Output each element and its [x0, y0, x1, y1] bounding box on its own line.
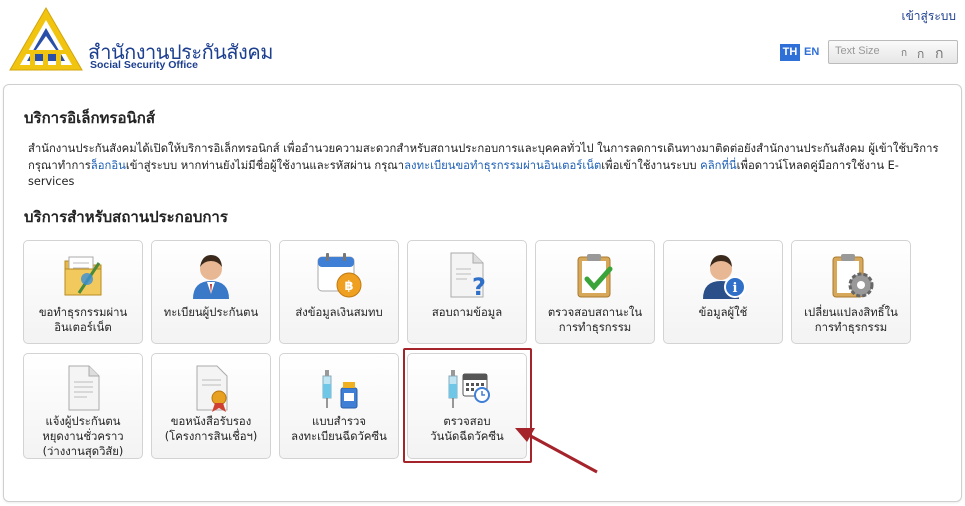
tile-certificate[interactable]: ขอหนังสือรับรอง (โครงการสินเชื่อฯ)	[151, 353, 271, 459]
tile-label: ตรวจสอบสถานะใน การทำธุรกรรม	[547, 306, 643, 334]
text-size-label: Text Size	[835, 45, 880, 57]
sso-logo	[9, 7, 83, 71]
user-info-icon: i	[703, 255, 746, 299]
login-inline-link[interactable]: ล็อกอิน	[91, 159, 126, 172]
clipboard-gear-icon	[832, 254, 874, 298]
tile-user-info[interactable]: i ข้อมูลผู้ใช้	[663, 240, 783, 344]
tile-change-rights[interactable]: เปลี่ยนแปลงสิทธิ์ใน การทำธุรกรรม	[791, 240, 911, 344]
login-link[interactable]: เข้าสู่ระบบ	[902, 7, 957, 26]
org-name-en: Social Security Office	[90, 59, 198, 71]
tile-label: สอบถามข้อมูล	[431, 306, 503, 319]
desc-text-2: เข้าสู่ระบบ หากท่านยังไม่มีชื่อผู้ใช้งาน…	[125, 158, 405, 172]
text-size-control: Text Size ก ก ก	[828, 40, 958, 64]
lang-th-button[interactable]: TH	[780, 44, 800, 61]
tile-label: แบบสำรวจ ลงทะเบียนฉีดวัคซีน	[291, 415, 387, 443]
calendar-baht-icon: ฿	[317, 253, 362, 298]
employer-services-title: บริการสำหรับสถานประกอบการ	[24, 208, 228, 226]
tile-label: แจ้งผู้ประกันตน หยุดงานชั่วคราว (ว่างงานสุ…	[42, 415, 124, 458]
svg-text:?: ?	[472, 273, 486, 301]
svg-text:฿: ฿	[344, 279, 353, 294]
folder-pen-icon	[64, 256, 102, 296]
tile-label: ขอหนังสือรับรอง (โครงการสินเชื่อฯ)	[164, 415, 258, 443]
eservices-description: สำนักงานประกันสังคมได้เปิดให้บริการอิเล็…	[28, 141, 940, 191]
annotation-arrow	[515, 428, 598, 474]
click-here-link[interactable]: คลิกที่นี่	[700, 159, 737, 172]
tile-internet-transaction[interactable]: ขอทำธุรกรรมผ่าน อินเตอร์เน็ต	[23, 240, 143, 344]
tile-temporary-stop[interactable]: แจ้งผู้ประกันตน หยุดงานชั่วคราว (ว่างงานสุ…	[23, 353, 143, 459]
text-size-small-button[interactable]: ก	[901, 46, 907, 61]
person-icon	[193, 255, 229, 299]
tile-label: ข้อมูลผู้ใช้	[698, 306, 748, 319]
tile-send-contribution[interactable]: ฿ ส่งข้อมูลเงินสมทบ	[279, 240, 399, 344]
tile-check-status[interactable]: ตรวจสอบสถานะใน การทำธุรกรรม	[535, 240, 655, 344]
register-link[interactable]: ลงทะเบียนขอทำธุรกรรมผ่านอินเตอร์เน็ต	[404, 159, 601, 172]
tile-label: ทะเบียนผู้ประกันตน	[163, 306, 259, 319]
tile-label: ขอทำธุรกรรมผ่าน อินเตอร์เน็ต	[38, 306, 128, 334]
document-icon	[68, 365, 100, 411]
tile-vaccine-survey[interactable]: แบบสำรวจ ลงทะเบียนฉีดวัคซีน	[279, 353, 399, 459]
tile-insured-registration[interactable]: ทะเบียนผู้ประกันตน	[151, 240, 271, 344]
text-size-medium-button[interactable]: ก	[917, 45, 924, 64]
eservices-title: บริการอิเล็กทรอนิกส์	[24, 109, 155, 127]
document-question-icon: ?	[450, 252, 486, 301]
tile-inquiry[interactable]: ? สอบถามข้อมูล	[407, 240, 527, 344]
desc-text-3: เพื่อเข้าใช้งานระบบ	[601, 158, 701, 172]
tile-label: ส่งข้อมูลเงินสมทบ	[295, 306, 383, 319]
certificate-icon	[196, 365, 228, 412]
vaccine-vial-icon	[322, 370, 358, 409]
svg-text:i: i	[733, 281, 738, 296]
text-size-large-button[interactable]: ก	[935, 43, 943, 65]
clipboard-check-icon	[577, 254, 613, 298]
lang-en-button[interactable]: EN	[804, 44, 819, 61]
tile-label: เปลี่ยนแปลงสิทธิ์ใน การทำธุรกรรม	[804, 306, 898, 334]
